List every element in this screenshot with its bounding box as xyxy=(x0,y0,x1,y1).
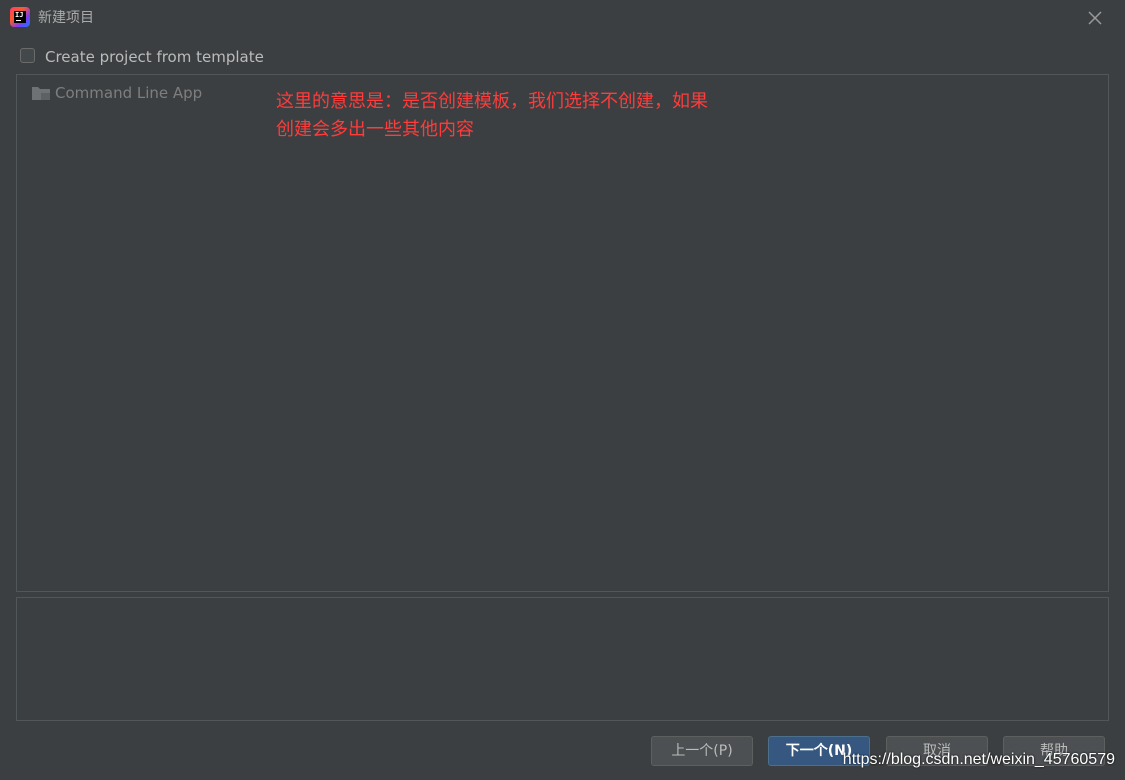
previous-button[interactable]: 上一个(P) xyxy=(651,736,753,766)
template-label: Command Line App xyxy=(55,84,203,102)
close-icon xyxy=(1088,11,1102,25)
annotation-line-1: 这里的意思是：是否创建模板，我们选择不创建，如果 xyxy=(276,91,708,112)
template-list: Command Line App xyxy=(16,74,1109,592)
watermark: https://blog.csdn.net/weixin_45760579 xyxy=(842,751,1115,768)
description-panel xyxy=(16,597,1109,721)
app-icon-text: IJ xyxy=(15,11,24,19)
create-from-template-checkbox[interactable] xyxy=(20,48,35,63)
annotation-line-2: 创建会多出一些其他内容 xyxy=(276,119,474,140)
close-button[interactable] xyxy=(1085,8,1105,28)
create-from-template-label[interactable]: Create project from template xyxy=(45,46,264,68)
folder-icon xyxy=(32,87,50,100)
title-bar: IJ 新建项目 xyxy=(0,0,1125,36)
annotation-note: 这里的意思是：是否创建模板，我们选择不创建，如果 创建会多出一些其他内容 xyxy=(276,88,796,144)
window-title: 新建项目 xyxy=(38,10,94,26)
intellij-idea-icon: IJ xyxy=(10,7,30,27)
